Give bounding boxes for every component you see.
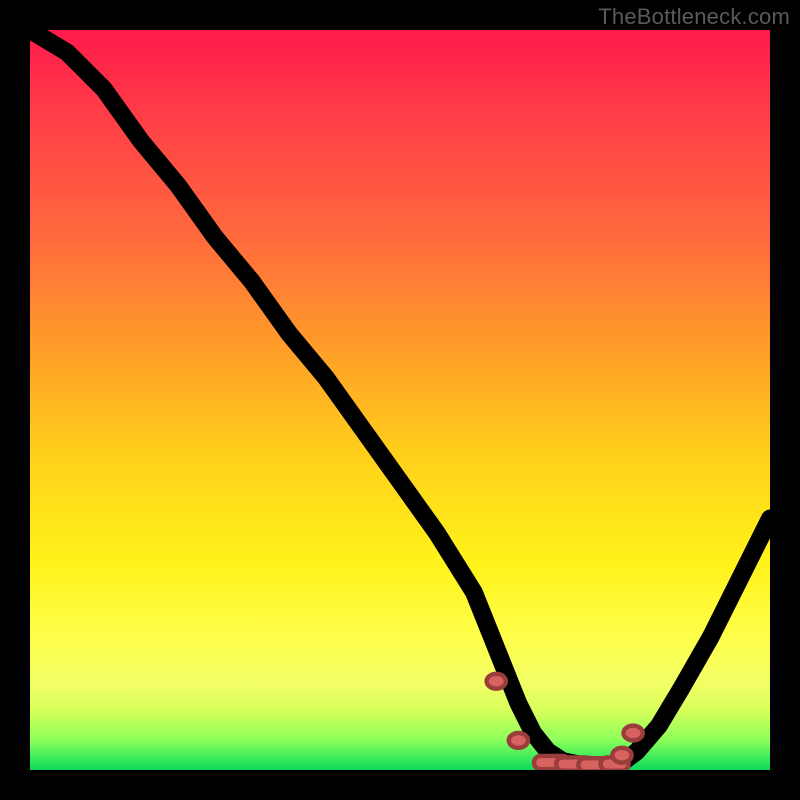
optimal-marker [509,733,528,748]
watermark-text: TheBottleneck.com [598,4,790,30]
chart-frame: TheBottleneck.com [0,0,800,800]
optimal-marker [487,674,506,689]
optimal-marker [623,726,642,741]
bottleneck-curve [30,30,770,765]
curve-layer [30,30,770,770]
optimal-marker [612,748,631,763]
plot-area [30,30,770,770]
